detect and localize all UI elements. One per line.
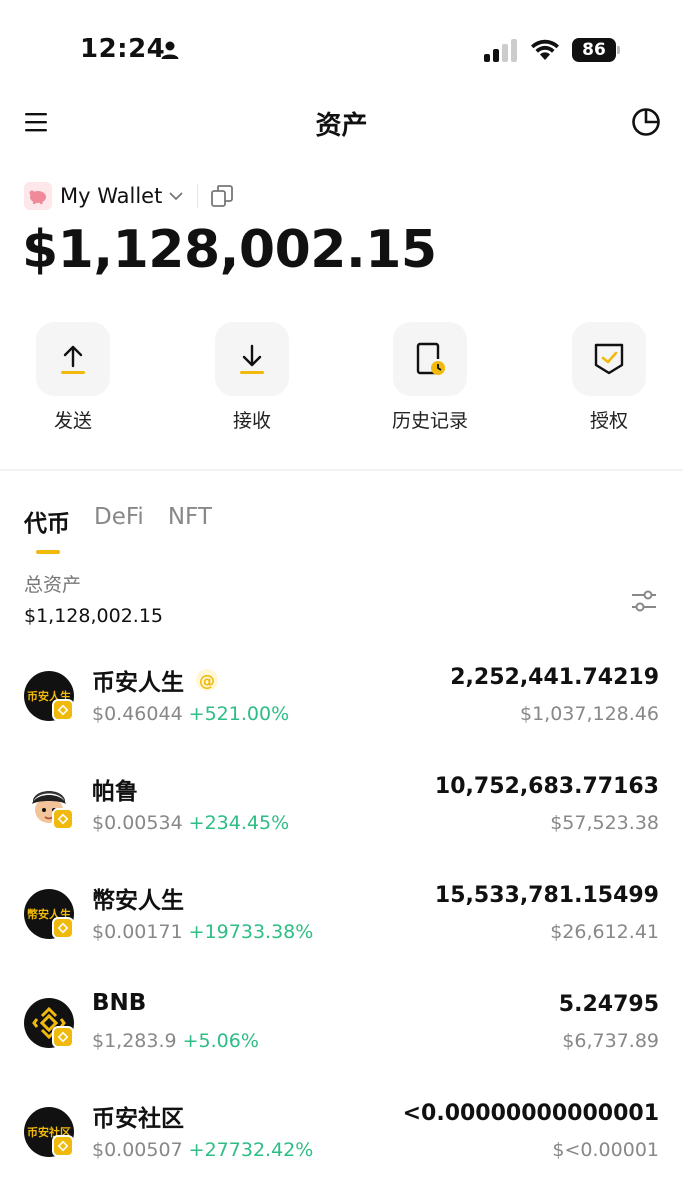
signal-icon (484, 39, 517, 62)
authorize-label: 授权 (589, 410, 628, 432)
piggy-bank-icon (24, 182, 52, 210)
token-price: $0.00534 +234.45% (92, 812, 289, 834)
token-name-text: 幣安人生 (92, 888, 184, 914)
authorize-button-bg[interactable] (572, 322, 646, 396)
token-change: +521.00% (188, 703, 290, 725)
tab-nft[interactable]: NFT (168, 504, 212, 544)
token-row[interactable]: 帕鲁 $0.00534 +234.45% 10,752,683.77163 $57… (0, 764, 683, 868)
token-value: $1,037,128.46 (519, 703, 659, 725)
receive-icon (240, 344, 264, 374)
token-value: $57,523.38 (550, 812, 659, 834)
battery-level: 86 (572, 38, 616, 62)
token-row[interactable]: 币安社区 币安社区 $0.00507 +27732.42% <0.00000000… (0, 1091, 683, 1195)
token-name: 币安人生 @ (92, 663, 218, 697)
bnb-chain-badge-icon (52, 808, 74, 830)
token-price-value: $1,283.9 (92, 1030, 177, 1052)
tab-tokens[interactable]: 代币 (24, 504, 70, 544)
history-button[interactable]: 历史记录 (370, 322, 490, 433)
token-row[interactable]: 幣安人生 幣安人生 $0.00171 +19733.38% 15,533,781.… (0, 873, 683, 977)
token-price: $0.00171 +19733.38% (92, 921, 313, 943)
send-button-bg[interactable] (36, 322, 110, 396)
token-amount: <0.00000000000001 (402, 1101, 659, 1126)
action-bar: 发送 接收 历史记录 授权 (0, 322, 683, 442)
token-row[interactable]: BNB $1,283.9 +5.06% 5.24795 $6,737.89 (0, 982, 683, 1086)
history-button-bg[interactable] (393, 322, 467, 396)
divider (197, 184, 199, 208)
token-name: 帕鲁 (92, 772, 138, 806)
person-icon (161, 41, 179, 59)
total-assets-label: 总资产 (24, 574, 82, 596)
status-time: 12:24 (80, 34, 166, 64)
token-amount: 5.24795 (558, 992, 659, 1017)
copy-icon[interactable] (210, 184, 234, 208)
token-price: $0.46044 +521.00% (92, 703, 289, 725)
token-change: +234.45% (188, 812, 290, 834)
header: 资产 (0, 95, 683, 149)
history-label: 历史记录 (391, 410, 468, 432)
token-amount: 15,533,781.15499 (434, 883, 659, 908)
chevron-down-icon (169, 192, 183, 201)
bnb-chain-badge-icon (52, 1026, 74, 1048)
battery-nub (617, 46, 620, 54)
receive-label: 接收 (232, 410, 271, 432)
token-price-value: $0.00507 (92, 1139, 183, 1161)
token-value: $6,737.89 (562, 1030, 659, 1052)
token-value: $26,612.41 (550, 921, 659, 943)
pie-chart-icon[interactable] (630, 106, 662, 138)
send-button[interactable]: 发送 (13, 322, 133, 433)
token-name: BNB (92, 990, 146, 1016)
receive-button-bg[interactable] (215, 322, 289, 396)
token-price-value: $0.46044 (92, 703, 183, 725)
token-change: +27732.42% (188, 1139, 314, 1161)
authorize-icon (594, 343, 624, 375)
token-price-value: $0.00171 (92, 921, 183, 943)
token-name-text: BNB (92, 990, 147, 1016)
tab-defi[interactable]: DeFi (94, 504, 144, 544)
token-name-text: 币安社区 (92, 1106, 184, 1132)
token-price-value: $0.00534 (92, 812, 183, 834)
history-icon (416, 342, 445, 375)
token-row[interactable]: 币安人生 币安人生 @ $0.46044 +521.00% 2,252,441.7… (0, 655, 683, 759)
token-change: +19733.38% (188, 921, 314, 943)
bnb-chain-badge-icon (52, 699, 74, 721)
token-amount: 2,252,441.74219 (450, 665, 659, 690)
token-price: $1,283.9 +5.06% (92, 1030, 259, 1052)
token-value: $<0.00001 (552, 1139, 659, 1161)
token-change: +5.06% (182, 1030, 259, 1052)
token-name: 币安社区 (92, 1099, 184, 1133)
tab-indicator (36, 550, 60, 554)
token-name-text: 币安人生 (92, 670, 184, 696)
authorize-button[interactable]: 授权 (549, 322, 669, 433)
wallet-name: My Wallet (60, 184, 163, 208)
send-label: 发送 (53, 410, 92, 432)
section-divider (0, 469, 683, 471)
page-title: 资产 (315, 111, 368, 141)
send-icon (61, 345, 85, 374)
asset-tabs: 代币 DeFi NFT (24, 504, 236, 544)
receive-button[interactable]: 接收 (192, 322, 312, 433)
token-name: 幣安人生 (92, 881, 184, 915)
token-name-text: 帕鲁 (92, 779, 138, 805)
wifi-icon (531, 39, 559, 60)
total-assets-value: $1,128,002.15 (24, 605, 164, 627)
token-price: $0.00507 +27732.42% (92, 1139, 313, 1161)
battery-indicator: 86 (572, 38, 620, 62)
bnb-chain-badge-icon (52, 1135, 74, 1157)
total-balance: $1,128,002.15 (22, 220, 437, 280)
bnb-chain-badge-icon (52, 917, 74, 939)
wallet-selector[interactable]: My Wallet (24, 180, 234, 212)
token-amount: 10,752,683.77163 (434, 774, 659, 799)
status-bar: 12:24 86 (0, 0, 683, 100)
filter-icon[interactable] (630, 588, 658, 614)
at-icon: @ (196, 669, 218, 691)
